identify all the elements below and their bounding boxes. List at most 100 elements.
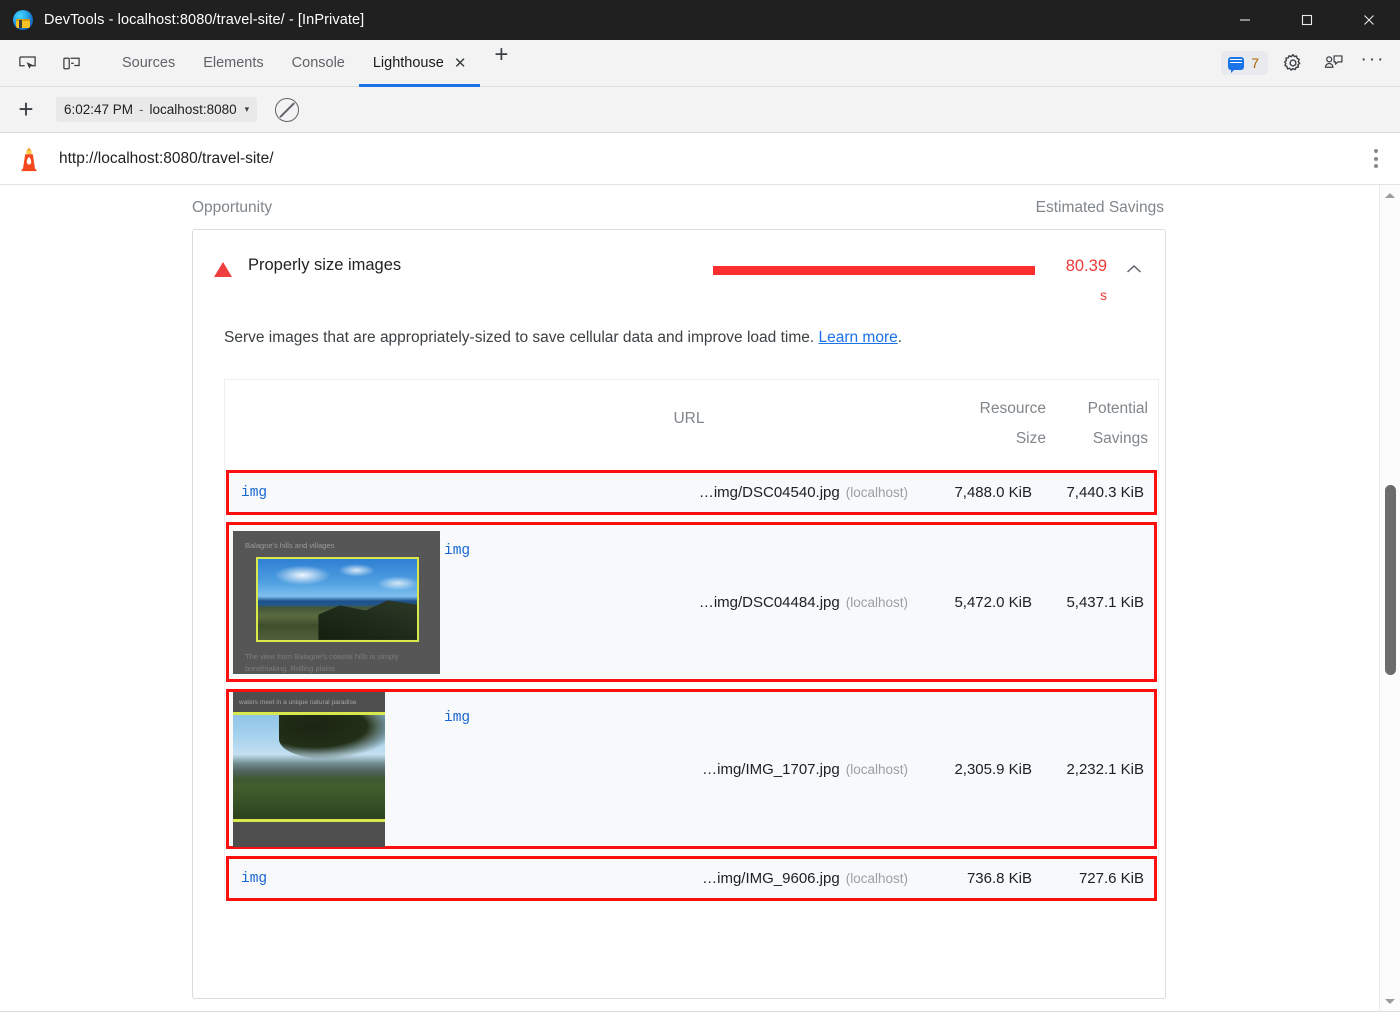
issues-button[interactable]: 7 [1221, 51, 1268, 75]
row-url-text: …img/DSC04484.jpg [699, 594, 840, 611]
close-icon[interactable]: ✕ [454, 56, 467, 71]
window-title: DevTools - localhost:8080/travel-site/ -… [44, 12, 364, 28]
report-column-headers: Opportunity Estimated Savings [0, 185, 1376, 229]
page-thumbnail-image: Balagne's hills and villages The view fr… [233, 531, 440, 674]
report-run-selector[interactable]: 6:02:47 PM - localhost:8080 ▾ [56, 97, 257, 122]
scroll-up-arrow-icon[interactable] [1380, 185, 1400, 205]
row-thumbnail[interactable]: waters meet in a unique natural paradise [229, 692, 444, 847]
table-row[interactable]: img …img/IMG_9606.jpg(localhost) 736.8 K… [226, 856, 1157, 901]
row-potential-savings: 2,232.1 KiB [1032, 761, 1154, 778]
audit-header[interactable]: Properly size images 80.39 s [193, 230, 1165, 321]
row-url-host: (localhost) [846, 762, 908, 777]
more-vertical-icon[interactable] [1374, 149, 1378, 168]
lighthouse-icon [17, 146, 41, 172]
savings-value: 80.39 [1066, 257, 1107, 275]
run-host: localhost:8080 [150, 102, 237, 117]
scrollbar-track[interactable] [1380, 205, 1400, 991]
row-url-host: (localhost) [846, 871, 908, 886]
row-url-host: (localhost) [846, 595, 908, 610]
thumbnail-photo [256, 557, 419, 642]
row-element-tag[interactable]: img [229, 871, 444, 887]
savings-bar-fill [713, 266, 1035, 275]
window-title-bar: DevTools - localhost:8080/travel-site/ -… [0, 0, 1400, 40]
audit-description-text: Serve images that are appropriately-size… [224, 329, 818, 346]
lighthouse-toolbar: + 6:02:47 PM - localhost:8080 ▾ [0, 87, 1400, 133]
audit-card-properly-size-images: Properly size images 80.39 s [192, 229, 1166, 999]
window-bottom-edge [0, 1011, 1400, 1017]
minimize-button[interactable] [1214, 0, 1276, 40]
row-url: …img/IMG_1707.jpg (localhost) [659, 761, 912, 778]
thumbnail-caption-bottom: The view from Balagne's coastal hills is… [245, 651, 430, 674]
table-header-row: . URL Resource Size Potential Savings [225, 380, 1158, 470]
thumbnail-caption-top: waters meet in a unique natural paradise [239, 699, 356, 706]
thumbnail-caption-top: Balagne's hills and villages [245, 541, 334, 550]
savings-bar-track [713, 266, 1035, 275]
close-button[interactable] [1338, 0, 1400, 40]
scrollbar-thumb[interactable] [1385, 485, 1396, 675]
device-toolbar-icon[interactable] [56, 49, 86, 77]
feedback-person-icon[interactable] [1318, 49, 1348, 77]
window-controls [1214, 0, 1400, 40]
column-header-url: URL [440, 394, 938, 428]
row-element-tag[interactable]: img [229, 485, 444, 501]
column-header-potential-savings: Potential Savings [1046, 394, 1158, 454]
tabbar-actions: 7 ··· [1221, 49, 1388, 77]
spacer: . [225, 394, 440, 410]
row-url-text: …img/DSC04540.jpg [699, 484, 840, 501]
row-potential-savings: 7,440.3 KiB [1032, 484, 1154, 501]
row-url: …img/DSC04540.jpg (localhost) [444, 484, 912, 501]
report-scroll-area: Opportunity Estimated Savings Properly s… [0, 185, 1400, 1011]
row-url-host: (localhost) [846, 485, 908, 500]
maximize-button[interactable] [1276, 0, 1338, 40]
row-resource-size: 5,472.0 KiB [912, 594, 1032, 611]
opportunity-table: . URL Resource Size Potential Savings [224, 379, 1159, 901]
warning-triangle-icon [214, 262, 232, 277]
run-separator: - [139, 102, 144, 117]
tab-console[interactable]: Console [278, 40, 359, 87]
audit-description-period: . [898, 329, 902, 346]
row-url-text: …img/IMG_9606.jpg [702, 870, 840, 887]
tab-lighthouse[interactable]: Lighthouse ✕ [359, 40, 481, 87]
savings-unit: s [1045, 288, 1107, 303]
issues-message-icon [1228, 57, 1244, 70]
report-url-bar: http://localhost:8080/travel-site/ [0, 133, 1400, 185]
tab-sources[interactable]: Sources [108, 40, 189, 87]
row-resource-size: 7,488.0 KiB [912, 484, 1032, 501]
row-element-tag[interactable]: img [444, 692, 659, 726]
row-url-text: …img/IMG_1707.jpg [702, 761, 840, 778]
tab-elements[interactable]: Elements [189, 40, 277, 87]
devtools-tab-bar: Sources Elements Console Lighthouse ✕ + … [0, 40, 1400, 87]
report-url: http://localhost:8080/travel-site/ [59, 150, 274, 168]
row-element-tag[interactable]: img [444, 525, 659, 559]
scroll-down-arrow-icon[interactable] [1380, 991, 1400, 1011]
potential-savings-line2: Savings [1046, 424, 1148, 454]
row-url: …img/IMG_9606.jpg (localhost) [444, 870, 912, 887]
table-row[interactable]: waters meet in a unique natural paradise… [226, 689, 1157, 849]
row-thumbnail[interactable]: Balagne's hills and villages The view fr… [229, 531, 444, 674]
tab-label: Lighthouse [373, 55, 444, 71]
inspect-element-icon[interactable] [12, 49, 42, 77]
issues-count: 7 [1251, 55, 1259, 71]
edge-devtools-icon [13, 10, 33, 30]
more-options-icon[interactable]: ··· [1358, 49, 1388, 77]
column-header-resource-size: Resource Size [938, 394, 1046, 454]
resource-size-line2: Size [938, 424, 1046, 454]
resource-size-line1: Resource [938, 394, 1046, 424]
learn-more-link[interactable]: Learn more [818, 329, 897, 346]
add-panel-icon[interactable]: + [486, 40, 516, 70]
potential-savings-line1: Potential [1046, 394, 1148, 424]
gear-icon[interactable] [1278, 49, 1308, 77]
vertical-scrollbar[interactable] [1379, 185, 1400, 1011]
new-report-icon[interactable]: + [12, 94, 40, 125]
chevron-up-icon[interactable] [1123, 260, 1145, 277]
row-url: …img/DSC04484.jpg (localhost) [659, 594, 912, 611]
page-thumbnail-image: waters meet in a unique natural paradise [233, 692, 385, 847]
audit-description: Serve images that are appropriately-size… [193, 321, 1165, 347]
table-row[interactable]: Balagne's hills and villages The view fr… [226, 522, 1157, 682]
tab-label: Elements [203, 55, 263, 71]
clear-all-icon[interactable] [275, 98, 299, 122]
audit-title: Properly size images [248, 256, 713, 275]
table-row[interactable]: img …img/DSC04540.jpg (localhost) 7,488.0… [226, 470, 1157, 515]
tab-label: Sources [122, 55, 175, 71]
tab-label: Console [292, 55, 345, 71]
